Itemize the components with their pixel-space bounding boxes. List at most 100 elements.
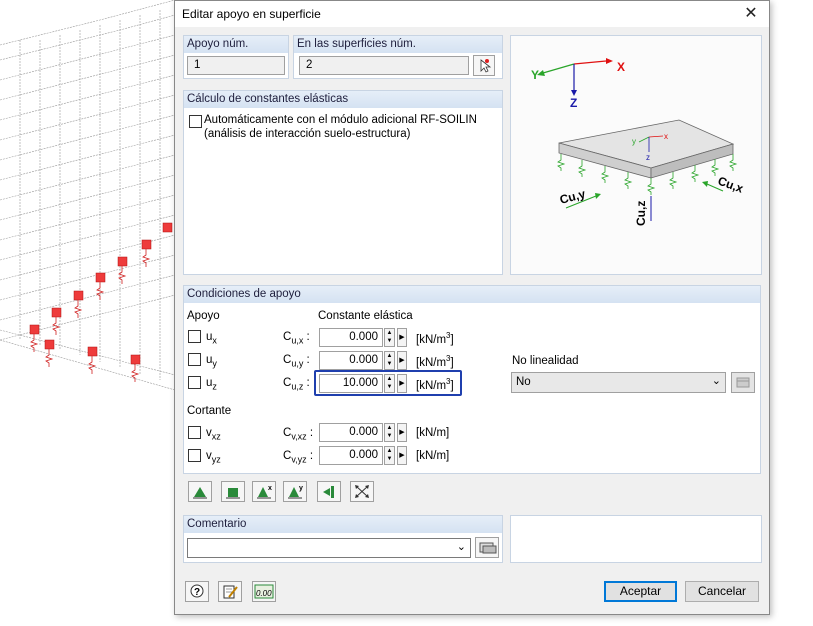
uy-label: uy bbox=[206, 354, 217, 369]
surfaces-number-field[interactable]: 2 bbox=[299, 56, 469, 75]
help-button[interactable]: ? bbox=[185, 581, 209, 602]
cux-spinbox[interactable]: 0.000 ▲ ▼ ▶ bbox=[319, 328, 409, 347]
free-support-button[interactable] bbox=[350, 481, 374, 502]
local-x-label: x bbox=[664, 132, 668, 141]
cuz-label: Cu,z bbox=[634, 201, 648, 226]
soilin-label-line2: (análisis de interacción suelo-estructur… bbox=[204, 128, 411, 140]
comment-header: Comentario bbox=[187, 518, 247, 530]
sliding-y-support-button[interactable]: y bbox=[283, 481, 307, 502]
elastic-calc-group: Cálculo de constantes elásticas Automáti… bbox=[183, 90, 503, 275]
cux-label: Cu,x : bbox=[283, 331, 310, 346]
library-icon bbox=[479, 542, 497, 554]
nonlinearity-select[interactable]: No ⌄ bbox=[511, 372, 726, 393]
wall-support-button[interactable] bbox=[317, 481, 341, 502]
nonlinearity-value: No bbox=[516, 376, 531, 388]
cvyz-stepper[interactable]: ▲ ▼ bbox=[384, 446, 395, 465]
sliding-x-support-button[interactable]: x bbox=[252, 481, 276, 502]
cuz-label: Cu,z : bbox=[283, 377, 310, 392]
cuy-value[interactable]: 0.000 bbox=[319, 351, 383, 370]
uz-label: uz bbox=[206, 377, 217, 392]
svg-text:y: y bbox=[299, 485, 303, 492]
cux-more-button[interactable]: ▶ bbox=[397, 328, 407, 347]
ux-label: ux bbox=[206, 331, 217, 346]
edit-surface-support-dialog: Editar apoyo en superficie ✕ Apoyo núm. … bbox=[174, 0, 770, 615]
cuy-unit: [kN/m3] bbox=[416, 354, 454, 369]
cuy-label: Cu,y : bbox=[283, 354, 310, 369]
cvxz-more-button[interactable]: ▶ bbox=[397, 423, 407, 442]
chevron-down-icon: ⌄ bbox=[711, 375, 721, 387]
cuy-stepper[interactable]: ▲ ▼ bbox=[384, 351, 395, 370]
fixed-support-button[interactable] bbox=[221, 481, 245, 502]
cvxz-stepper[interactable]: ▲ ▼ bbox=[384, 423, 395, 442]
pick-surface-button[interactable] bbox=[473, 55, 495, 76]
comment-group: Comentario ⌄ bbox=[183, 515, 503, 563]
shear-label: Cortante bbox=[187, 405, 232, 417]
support-number-field[interactable]: 1 bbox=[187, 56, 285, 75]
edit-table-icon bbox=[736, 377, 750, 388]
uy-checkbox[interactable] bbox=[188, 353, 201, 366]
hinged-support-icon bbox=[193, 487, 207, 499]
title-bar[interactable]: Editar apoyo en superficie ✕ bbox=[175, 1, 769, 27]
comment-input[interactable]: ⌄ bbox=[187, 538, 471, 558]
pick-cursor-icon bbox=[480, 59, 492, 73]
cux-stepper[interactable]: ▲ ▼ bbox=[384, 328, 395, 347]
cvxz-value[interactable]: 0.000 bbox=[319, 423, 383, 442]
edit-button[interactable] bbox=[218, 581, 242, 602]
ux-checkbox[interactable] bbox=[188, 330, 201, 343]
cvyz-label: Cv,yz : bbox=[283, 450, 314, 465]
support-column-label: Apoyo bbox=[187, 310, 220, 322]
ok-button[interactable]: Aceptar bbox=[604, 581, 677, 602]
cuy-spinbox[interactable]: 0.000 ▲ ▼ ▶ bbox=[319, 351, 409, 370]
cux-label: Cu,x bbox=[716, 174, 746, 196]
cvxz-unit: [kN/m] bbox=[416, 427, 450, 439]
cuz-value[interactable]: 10.000 bbox=[319, 374, 383, 393]
support-conditions-header: Condiciones de apoyo bbox=[187, 288, 301, 300]
help-icon: ? bbox=[190, 584, 204, 598]
cvyz-more-button[interactable]: ▶ bbox=[397, 446, 407, 465]
cancel-button[interactable]: Cancelar bbox=[685, 581, 759, 602]
comment-library-button[interactable] bbox=[475, 537, 499, 558]
cuz-more-button[interactable]: ▶ bbox=[397, 374, 407, 393]
surface-support-diagram: X Y Z x y z Cu,y Cu,x Cu,z bbox=[531, 58, 746, 226]
axis-x-label: X bbox=[617, 60, 625, 74]
cvyz-spinbox[interactable]: 0.000 ▲ ▼ ▶ bbox=[319, 446, 409, 465]
soilin-label-line1: Automáticamente con el módulo adicional … bbox=[204, 114, 477, 126]
sliding-y-icon: y bbox=[288, 485, 303, 499]
cvxz-spinbox[interactable]: 0.000 ▲ ▼ ▶ bbox=[319, 423, 409, 442]
cuy-more-button[interactable]: ▶ bbox=[397, 351, 407, 370]
units-icon-text: 0.00 bbox=[256, 589, 272, 598]
cux-value[interactable]: 0.000 bbox=[319, 328, 383, 347]
units-button[interactable]: 0.00 bbox=[252, 581, 276, 602]
hinged-support-button[interactable] bbox=[188, 481, 212, 502]
nonlinearity-edit-button[interactable] bbox=[731, 372, 755, 393]
close-icon[interactable]: ✕ bbox=[741, 4, 761, 24]
vxz-label: vxz bbox=[206, 427, 221, 442]
local-z-label: z bbox=[646, 153, 650, 162]
diagram-panel: X Y Z x y z Cu,y Cu,x Cu,z bbox=[510, 35, 762, 275]
elastic-constant-column-label: Constante elástica bbox=[318, 310, 413, 322]
svg-text:?: ? bbox=[194, 587, 200, 598]
cuy-label: Cu,y bbox=[558, 187, 587, 207]
axis-z-label: Z bbox=[570, 96, 577, 110]
vyz-label: vyz bbox=[206, 450, 221, 465]
sliding-x-icon: x bbox=[257, 485, 272, 499]
cuz-stepper[interactable]: ▲ ▼ bbox=[384, 374, 395, 393]
cvyz-value[interactable]: 0.000 bbox=[319, 446, 383, 465]
cux-unit: [kN/m3] bbox=[416, 331, 454, 346]
local-y-label: y bbox=[632, 137, 636, 146]
surfaces-label: En las superficies núm. bbox=[297, 38, 416, 50]
support-conditions-group: Condiciones de apoyo Apoyo Constante elá… bbox=[183, 285, 761, 474]
cuz-spinbox[interactable]: 10.000 ▲ ▼ ▶ bbox=[319, 374, 409, 393]
axis-y-label: Y bbox=[531, 68, 539, 82]
surfaces-group: En las superficies núm. 2 bbox=[293, 35, 503, 79]
wall-support-icon bbox=[323, 486, 334, 498]
svg-text:x: x bbox=[268, 485, 272, 492]
cuz-unit: [kN/m3] bbox=[416, 377, 454, 392]
support-number-group: Apoyo núm. 1 bbox=[183, 35, 289, 79]
soilin-checkbox[interactable] bbox=[189, 115, 202, 128]
notepad-edit-icon bbox=[223, 585, 238, 599]
cvxz-label: Cv,xz : bbox=[283, 427, 314, 442]
vxz-checkbox[interactable] bbox=[188, 426, 201, 439]
uz-checkbox[interactable] bbox=[188, 376, 201, 389]
vyz-checkbox[interactable] bbox=[188, 449, 201, 462]
